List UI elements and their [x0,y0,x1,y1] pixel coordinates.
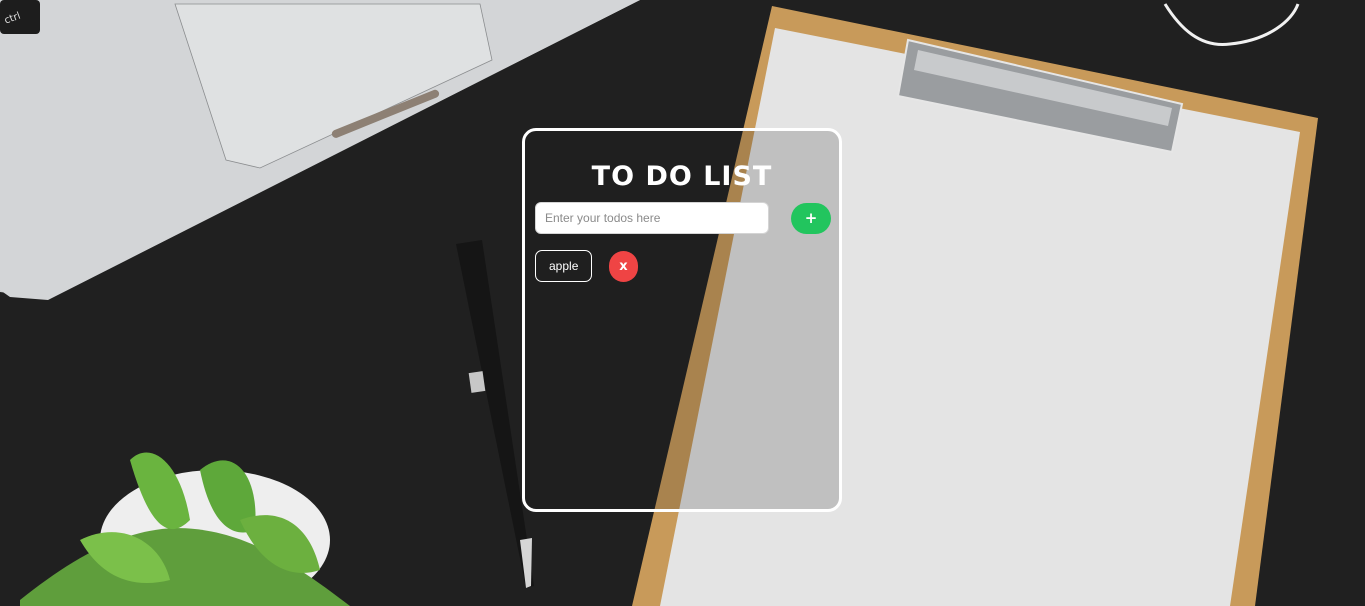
todo-list: apple x [535,250,825,282]
list-item: apple x [535,250,825,282]
add-todo-button[interactable]: + [791,203,831,234]
page-title: TO DO LIST [591,161,773,192]
x-icon: x [619,259,628,274]
delete-todo-button[interactable]: x [609,251,638,282]
todo-card: TO DO LIST + apple x [522,128,842,512]
todo-item-text[interactable]: apple [535,250,593,282]
plus-icon: + [804,209,818,227]
todo-input[interactable] [535,202,769,234]
